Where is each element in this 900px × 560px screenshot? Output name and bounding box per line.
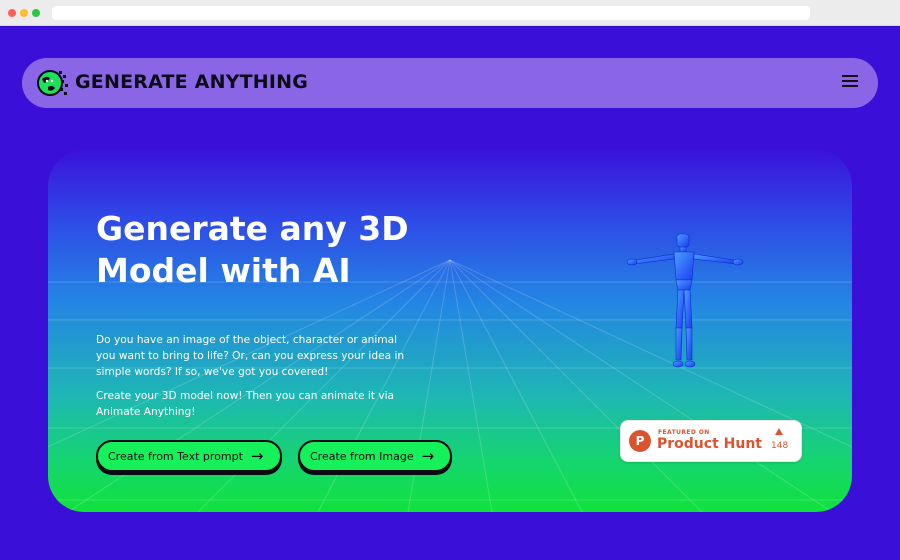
product-hunt-name: Product Hunt (657, 436, 762, 452)
product-hunt-badge[interactable]: P FEATURED ON Product Hunt 148 (620, 420, 802, 462)
arrow-right-icon: → (421, 446, 435, 465)
top-navbar: GENERATE ANYTHING (22, 58, 878, 108)
minimize-window-dot[interactable] (20, 9, 28, 17)
brand-name[interactable]: GENERATE ANYTHING (75, 71, 308, 93)
hero-description: Do you have an image of the object, char… (96, 334, 405, 378)
upvote-count: 148 (771, 441, 789, 451)
create-from-text-button[interactable]: Create from Text prompt → (96, 440, 282, 472)
hero-headline: Generate any 3D Model with AI (96, 209, 409, 291)
menu-line (842, 85, 858, 87)
create-from-image-label: Create from Image (310, 449, 414, 463)
maximize-window-dot[interactable] (32, 9, 40, 17)
product-hunt-logo-icon: P (629, 430, 651, 452)
globe-logo-icon[interactable] (36, 66, 70, 100)
create-from-text-label: Create from Text prompt (108, 449, 243, 463)
close-window-dot[interactable] (8, 9, 16, 17)
hero-section: Generate any 3D Model with AI Do you hav… (48, 150, 852, 512)
upvote-triangle-icon (775, 428, 783, 435)
create-from-image-button[interactable]: Create from Image → (298, 440, 452, 472)
featured-on-label: FEATURED ON (658, 429, 710, 436)
hamburger-menu-icon[interactable] (842, 74, 860, 90)
hero-animate-note: Create your 3D model now! Then you can a… (96, 390, 395, 418)
address-bar[interactable] (52, 6, 810, 20)
arrow-right-icon: → (250, 446, 264, 465)
menu-line (842, 75, 858, 77)
menu-line (842, 80, 858, 82)
browser-chrome (0, 0, 900, 26)
3d-character-model (626, 233, 744, 368)
